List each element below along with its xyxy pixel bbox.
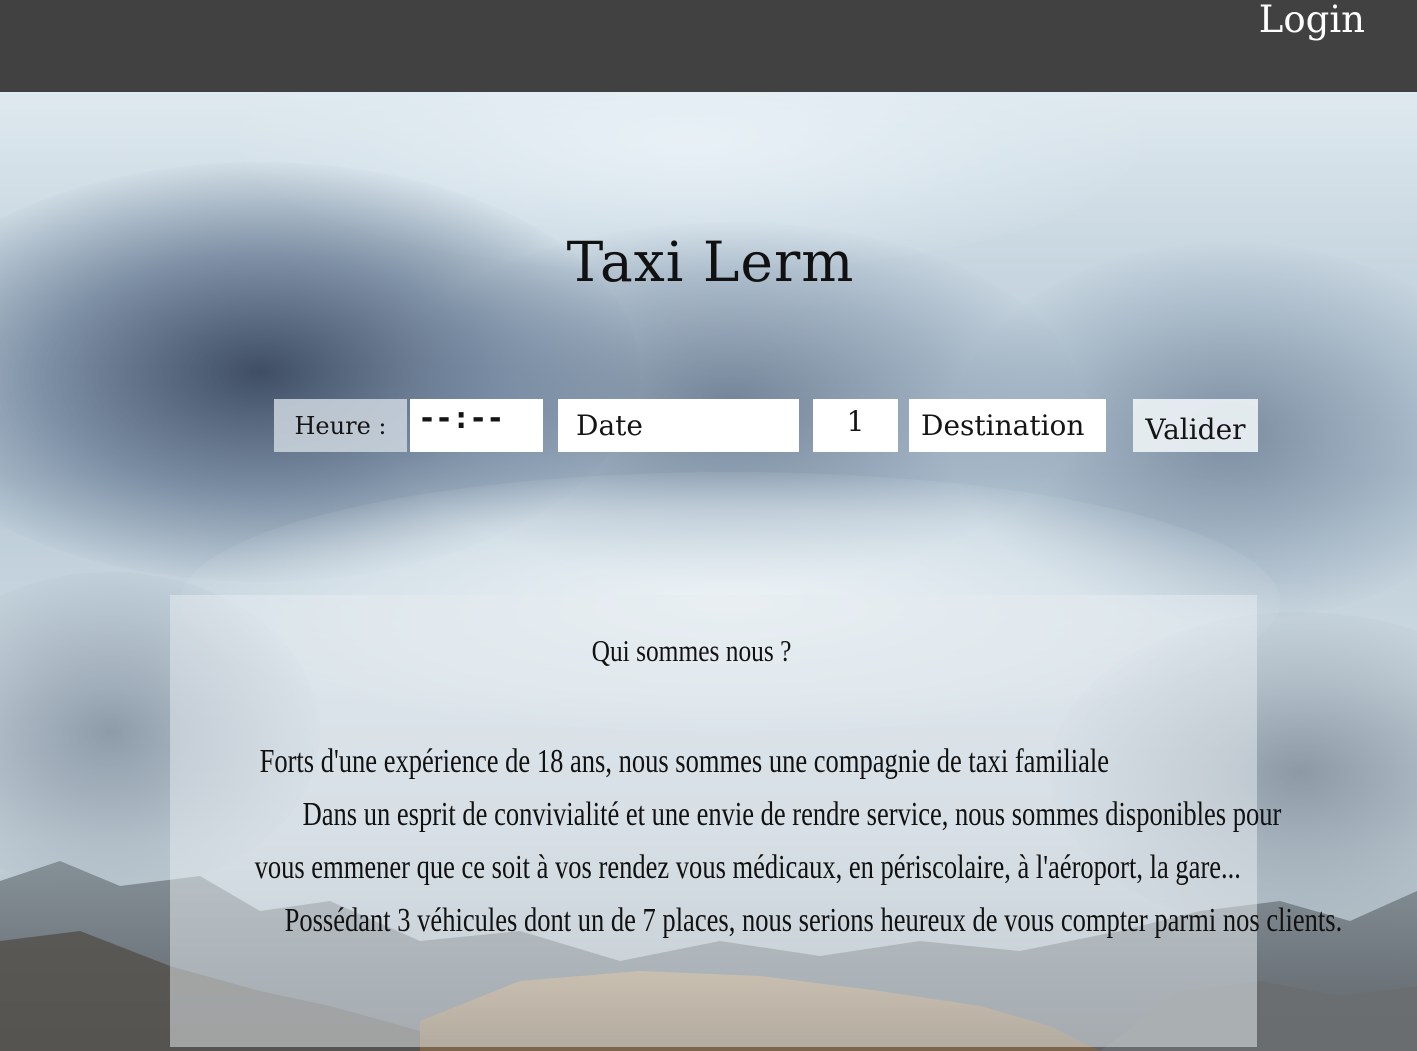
top-navigation-bar: Login <box>0 0 1417 92</box>
about-text-line: vous emmener que ce soit à vos rendez vo… <box>254 849 1241 886</box>
page-title: Taxi Lerm <box>566 230 855 294</box>
heure-label: Heure : <box>274 399 407 452</box>
time-input[interactable]: --:-- <box>410 399 543 452</box>
destination-input[interactable] <box>909 399 1106 452</box>
page: Login Taxi Lerm Heure : --:-- 1 Valider … <box>0 0 1417 1051</box>
about-text-line: Possédant 3 véhicules dont un de 7 place… <box>284 902 1343 939</box>
date-input[interactable] <box>558 399 799 452</box>
about-text-line: Forts d'une expérience de 18 ans, nous s… <box>259 743 1110 780</box>
about-title: Qui sommes nous ? <box>591 633 792 668</box>
about-text-line: Dans un esprit de convivialité et une en… <box>302 796 1282 833</box>
about-panel: Qui sommes nous ? Forts d'une expérience… <box>170 595 1343 1047</box>
submit-button[interactable]: Valider <box>1133 399 1258 452</box>
login-link[interactable]: Login <box>1259 0 1365 44</box>
passenger-count-input[interactable]: 1 <box>813 399 898 452</box>
